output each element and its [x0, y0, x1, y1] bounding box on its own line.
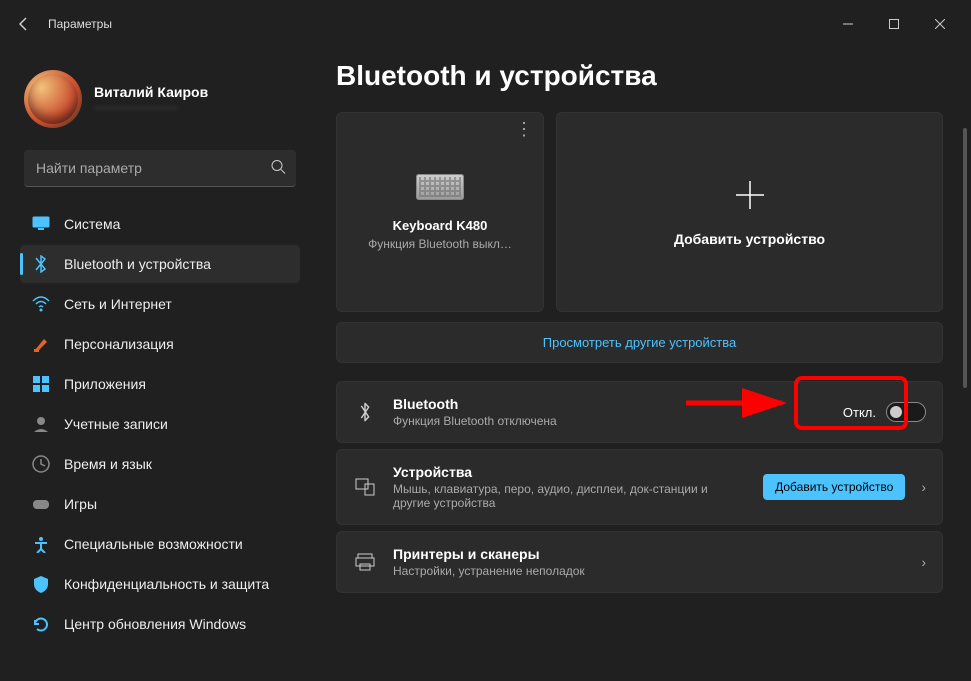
bluetooth-row: Bluetooth Функция Bluetooth отключена От…: [336, 381, 943, 443]
clock-icon: [32, 455, 50, 473]
window-title: Параметры: [48, 17, 112, 31]
back-button[interactable]: [8, 8, 40, 40]
plus-icon: [732, 177, 768, 213]
chevron-right-icon: ›: [921, 479, 926, 495]
view-more-devices-link[interactable]: Просмотреть другие устройства: [336, 322, 943, 363]
search-input[interactable]: [24, 150, 296, 187]
main-content: Bluetooth и устройства ⋮ Keyboard K480 Ф…: [308, 48, 971, 681]
access-icon: [32, 535, 50, 553]
bluetooth-toggle-label: Откл.: [843, 405, 876, 420]
sidebar-item-label: Время и язык: [64, 456, 152, 472]
update-icon: [32, 615, 50, 633]
sidebar-item-label: Приложения: [64, 376, 146, 392]
search-wrap: [24, 150, 296, 187]
bluetooth-icon: [353, 401, 377, 423]
scrollbar[interactable]: [963, 128, 967, 388]
close-button[interactable]: [917, 4, 963, 44]
sidebar-item-label: Учетные записи: [64, 416, 168, 432]
sidebar-item-update[interactable]: Центр обновления Windows: [20, 605, 300, 643]
sidebar-item-privacy[interactable]: Конфиденциальность и защита: [20, 565, 300, 603]
add-device-label: Добавить устройство: [674, 231, 825, 247]
add-device-card[interactable]: Добавить устройство: [556, 112, 943, 312]
device-sub: Функция Bluetooth выкл…: [368, 237, 512, 251]
devices-title: Устройства: [393, 464, 747, 480]
sidebar-item-personalize[interactable]: Персонализация: [20, 325, 300, 363]
bluetooth-sub: Функция Bluetooth отключена: [393, 414, 827, 428]
device-name: Keyboard K480: [393, 218, 488, 233]
sidebar-item-label: Сеть и Интернет: [64, 296, 172, 312]
nav-list: Система Bluetooth и устройства Сеть и Инте…: [20, 205, 300, 643]
sidebar-item-label: Bluetooth и устройства: [64, 256, 211, 272]
gamepad-icon: [32, 495, 50, 513]
person-icon: [32, 415, 50, 433]
sidebar-item-label: Игры: [64, 496, 97, 512]
sidebar-item-label: Специальные возможности: [64, 536, 243, 552]
bluetooth-toggle[interactable]: [886, 402, 926, 422]
sidebar-item-bluetooth[interactable]: Bluetooth и устройства: [20, 245, 300, 283]
sidebar-item-label: Центр обновления Windows: [64, 616, 246, 632]
devices-row[interactable]: Устройства Мышь, клавиатура, перо, аудио…: [336, 449, 943, 525]
sidebar-item-time[interactable]: Время и язык: [20, 445, 300, 483]
devices-icon: [353, 478, 377, 496]
keyboard-icon: [416, 174, 464, 200]
avatar: [24, 70, 82, 128]
sidebar-item-access[interactable]: Специальные возможности: [20, 525, 300, 563]
wifi-icon: [32, 295, 50, 313]
printer-icon: [353, 553, 377, 571]
device-card[interactable]: ⋮ Keyboard K480 Функция Bluetooth выкл…: [336, 112, 544, 312]
shield-icon: [32, 575, 50, 593]
printers-row[interactable]: Принтеры и сканеры Настройки, устранение…: [336, 531, 943, 593]
sidebar-item-network[interactable]: Сеть и Интернет: [20, 285, 300, 323]
chevron-right-icon: ›: [921, 554, 926, 570]
printers-sub: Настройки, устранение неполадок: [393, 564, 905, 578]
profile-block[interactable]: Виталий Каиров ———————: [20, 60, 300, 146]
brush-icon: [32, 335, 50, 353]
minimize-button[interactable]: [825, 4, 871, 44]
bluetooth-title: Bluetooth: [393, 396, 827, 412]
sidebar-item-accounts[interactable]: Учетные записи: [20, 405, 300, 443]
bluetooth-icon: [32, 255, 50, 273]
sidebar-item-label: Система: [64, 216, 120, 232]
sidebar: Виталий Каиров ——————— Система Bluetooth …: [0, 48, 308, 681]
monitor-icon: [32, 215, 50, 233]
printers-title: Принтеры и сканеры: [393, 546, 905, 562]
sidebar-item-apps[interactable]: Приложения: [20, 365, 300, 403]
search-icon: [270, 158, 286, 179]
sidebar-item-label: Конфиденциальность и защита: [64, 576, 269, 592]
sidebar-item-games[interactable]: Игры: [20, 485, 300, 523]
add-device-button[interactable]: Добавить устройство: [763, 474, 905, 500]
sidebar-item-label: Персонализация: [64, 336, 174, 352]
maximize-button[interactable]: [871, 4, 917, 44]
devices-sub: Мышь, клавиатура, перо, аудио, дисплеи, …: [393, 482, 747, 510]
page-title: Bluetooth и устройства: [336, 60, 943, 92]
apps-icon: [32, 375, 50, 393]
device-card-more-icon[interactable]: ⋮: [515, 119, 535, 140]
profile-email: ———————: [94, 100, 208, 114]
sidebar-item-system[interactable]: Система: [20, 205, 300, 243]
profile-name: Виталий Каиров: [94, 84, 208, 100]
